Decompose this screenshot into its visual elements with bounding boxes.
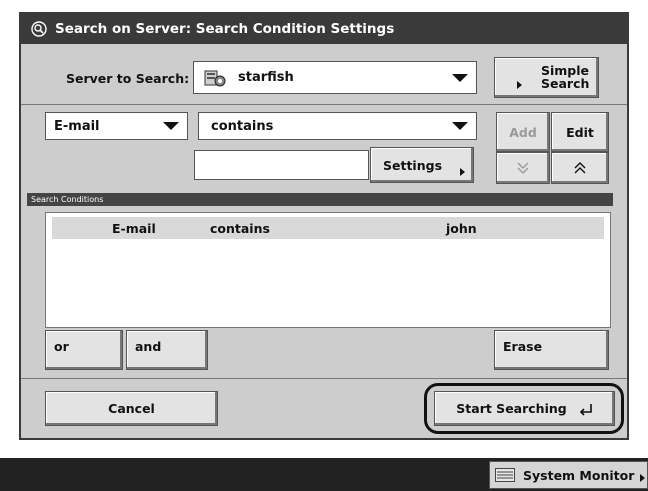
search-conditions-list: E-mail contains john	[45, 212, 611, 328]
chevron-down-icon	[163, 122, 179, 130]
chevron-down-icon	[452, 122, 468, 130]
page-title: Search on Server: Search Condition Setti…	[55, 21, 395, 37]
server-value: starfish	[238, 70, 294, 85]
enter-icon	[579, 403, 592, 416]
divider	[21, 378, 627, 379]
server-icon	[204, 68, 226, 88]
condition-row[interactable]: E-mail contains john	[52, 217, 604, 239]
condition-operator: contains	[210, 221, 270, 236]
or-label: or	[54, 339, 69, 354]
monitor-icon	[495, 468, 515, 482]
chevron-down-icon	[452, 73, 468, 82]
condition-field: E-mail	[112, 221, 156, 236]
search-text-input[interactable]	[194, 150, 369, 180]
field-select-value: E-mail	[54, 118, 100, 134]
double-chevron-down-icon	[517, 162, 529, 174]
and-label: and	[135, 339, 162, 354]
arrow-right-icon	[460, 168, 465, 176]
scroll-down-button[interactable]	[496, 152, 550, 184]
cancel-label: Cancel	[108, 401, 155, 416]
settings-label: Settings	[383, 157, 443, 173]
arrow-right-icon	[517, 81, 522, 89]
server-select[interactable]: starfish	[193, 61, 477, 94]
search-conditions-header: Search Conditions	[27, 193, 613, 206]
server-label: Server to Search:	[66, 71, 190, 86]
field-select[interactable]: E-mail	[45, 112, 188, 140]
edit-label: Edit	[566, 124, 594, 140]
search-server-icon	[31, 21, 47, 37]
divider	[21, 104, 627, 105]
arrow-right-icon	[640, 474, 645, 482]
erase-label: Erase	[503, 339, 543, 354]
system-monitor-button[interactable]: System Monitor	[489, 461, 648, 489]
double-chevron-up-icon	[574, 162, 586, 174]
system-monitor-label: System Monitor	[523, 467, 635, 483]
add-label: Add	[509, 124, 537, 140]
start-searching-label: Start Searching	[456, 401, 567, 416]
edit-button[interactable]: Edit	[551, 112, 609, 152]
condition-value: john	[446, 221, 477, 236]
simple-search-line2: Search	[541, 76, 590, 91]
settings-button[interactable]: Settings	[370, 147, 474, 183]
scroll-up-button[interactable]	[551, 152, 609, 184]
title-bar: Search on Server: Search Condition Setti…	[21, 14, 627, 44]
simple-search-button[interactable]: Simple Search	[494, 57, 599, 98]
add-button[interactable]: Add	[496, 112, 550, 152]
erase-button[interactable]: Erase	[494, 330, 609, 370]
operator-select[interactable]: contains	[198, 112, 477, 140]
start-searching-button[interactable]: Start Searching	[434, 391, 615, 426]
operator-select-value: contains	[211, 118, 274, 134]
cancel-button[interactable]: Cancel	[45, 391, 218, 426]
or-button[interactable]: or	[45, 330, 123, 370]
and-button[interactable]: and	[126, 330, 208, 370]
